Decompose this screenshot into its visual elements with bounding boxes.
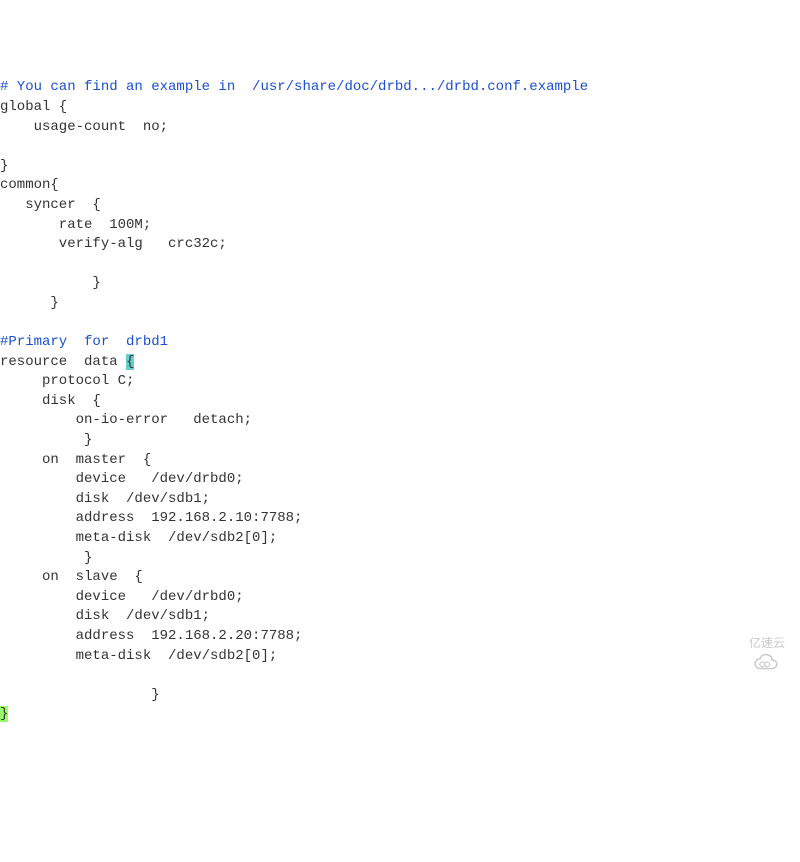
code-text: verify-alg crc32c; xyxy=(0,236,227,252)
code-container: # You can find an example in /usr/share/… xyxy=(0,78,800,725)
code-text: on slave { xyxy=(0,569,143,585)
code-line xyxy=(0,314,800,334)
code-line: } xyxy=(0,686,800,706)
code-line xyxy=(0,666,800,686)
match-highlight: } xyxy=(0,706,8,722)
watermark-text: 亿速云 xyxy=(749,635,785,652)
comment-text: # You can find an example in /usr/share/… xyxy=(0,79,588,95)
code-text: common{ xyxy=(0,177,59,193)
code-line xyxy=(0,137,800,157)
code-text: device /dev/drbd0; xyxy=(0,471,244,487)
code-text: } xyxy=(0,432,92,448)
code-line: # You can find an example in /usr/share/… xyxy=(0,78,800,98)
code-text: device /dev/drbd0; xyxy=(0,589,244,605)
code-line: syncer { xyxy=(0,196,800,216)
code-text: } xyxy=(0,158,8,174)
cloud-logo-icon xyxy=(717,633,745,653)
code-line: disk /dev/sdb1; xyxy=(0,607,800,627)
code-text: address 192.168.2.10:7788; xyxy=(0,510,302,526)
code-line: } xyxy=(0,294,800,314)
code-text: meta-disk /dev/sdb2[0]; xyxy=(0,648,277,664)
code-line: on master { xyxy=(0,451,800,471)
code-line: on-io-error detach; xyxy=(0,411,800,431)
code-line: } xyxy=(0,549,800,569)
code-text: resource data xyxy=(0,354,126,370)
code-line: device /dev/drbd0; xyxy=(0,588,800,608)
code-line: address 192.168.2.20:7788; xyxy=(0,627,800,647)
code-line: } xyxy=(0,431,800,451)
code-text: address 192.168.2.20:7788; xyxy=(0,628,302,644)
comment-text: #Primary for drbd1 xyxy=(0,334,168,350)
code-line: resource data { xyxy=(0,353,800,373)
watermark: 亿速云 xyxy=(717,633,785,653)
code-line: #Primary for drbd1 xyxy=(0,333,800,353)
code-text: global { xyxy=(0,99,67,115)
code-line: on slave { xyxy=(0,568,800,588)
cursor-highlight: { xyxy=(126,354,134,370)
code-line xyxy=(0,255,800,275)
code-text: disk { xyxy=(0,393,101,409)
code-text: } xyxy=(0,295,59,311)
code-line: rate 100M; xyxy=(0,216,800,236)
code-line: disk { xyxy=(0,392,800,412)
code-line: } xyxy=(0,157,800,177)
code-line: meta-disk /dev/sdb2[0]; xyxy=(0,647,800,667)
code-text: } xyxy=(0,550,92,566)
code-line: disk /dev/sdb1; xyxy=(0,490,800,510)
code-line: device /dev/drbd0; xyxy=(0,470,800,490)
code-line: verify-alg crc32c; xyxy=(0,235,800,255)
code-line: meta-disk /dev/sdb2[0]; xyxy=(0,529,800,549)
code-line: protocol C; xyxy=(0,372,800,392)
code-line: common{ xyxy=(0,176,800,196)
code-text: meta-disk /dev/sdb2[0]; xyxy=(0,530,277,546)
code-line: } xyxy=(0,705,800,725)
code-text: } xyxy=(0,275,101,291)
code-text: syncer { xyxy=(0,197,101,213)
code-text: usage-count no; xyxy=(0,119,168,135)
code-line: } xyxy=(0,274,800,294)
code-text: } xyxy=(0,687,160,703)
code-text: disk /dev/sdb1; xyxy=(0,608,210,624)
code-text: disk /dev/sdb1; xyxy=(0,491,210,507)
code-line: usage-count no; xyxy=(0,118,800,138)
code-text: on master { xyxy=(0,452,151,468)
code-text: rate 100M; xyxy=(0,217,151,233)
code-line: global { xyxy=(0,98,800,118)
code-text: protocol C; xyxy=(0,373,134,389)
code-text: on-io-error detach; xyxy=(0,412,252,428)
code-line: address 192.168.2.10:7788; xyxy=(0,509,800,529)
